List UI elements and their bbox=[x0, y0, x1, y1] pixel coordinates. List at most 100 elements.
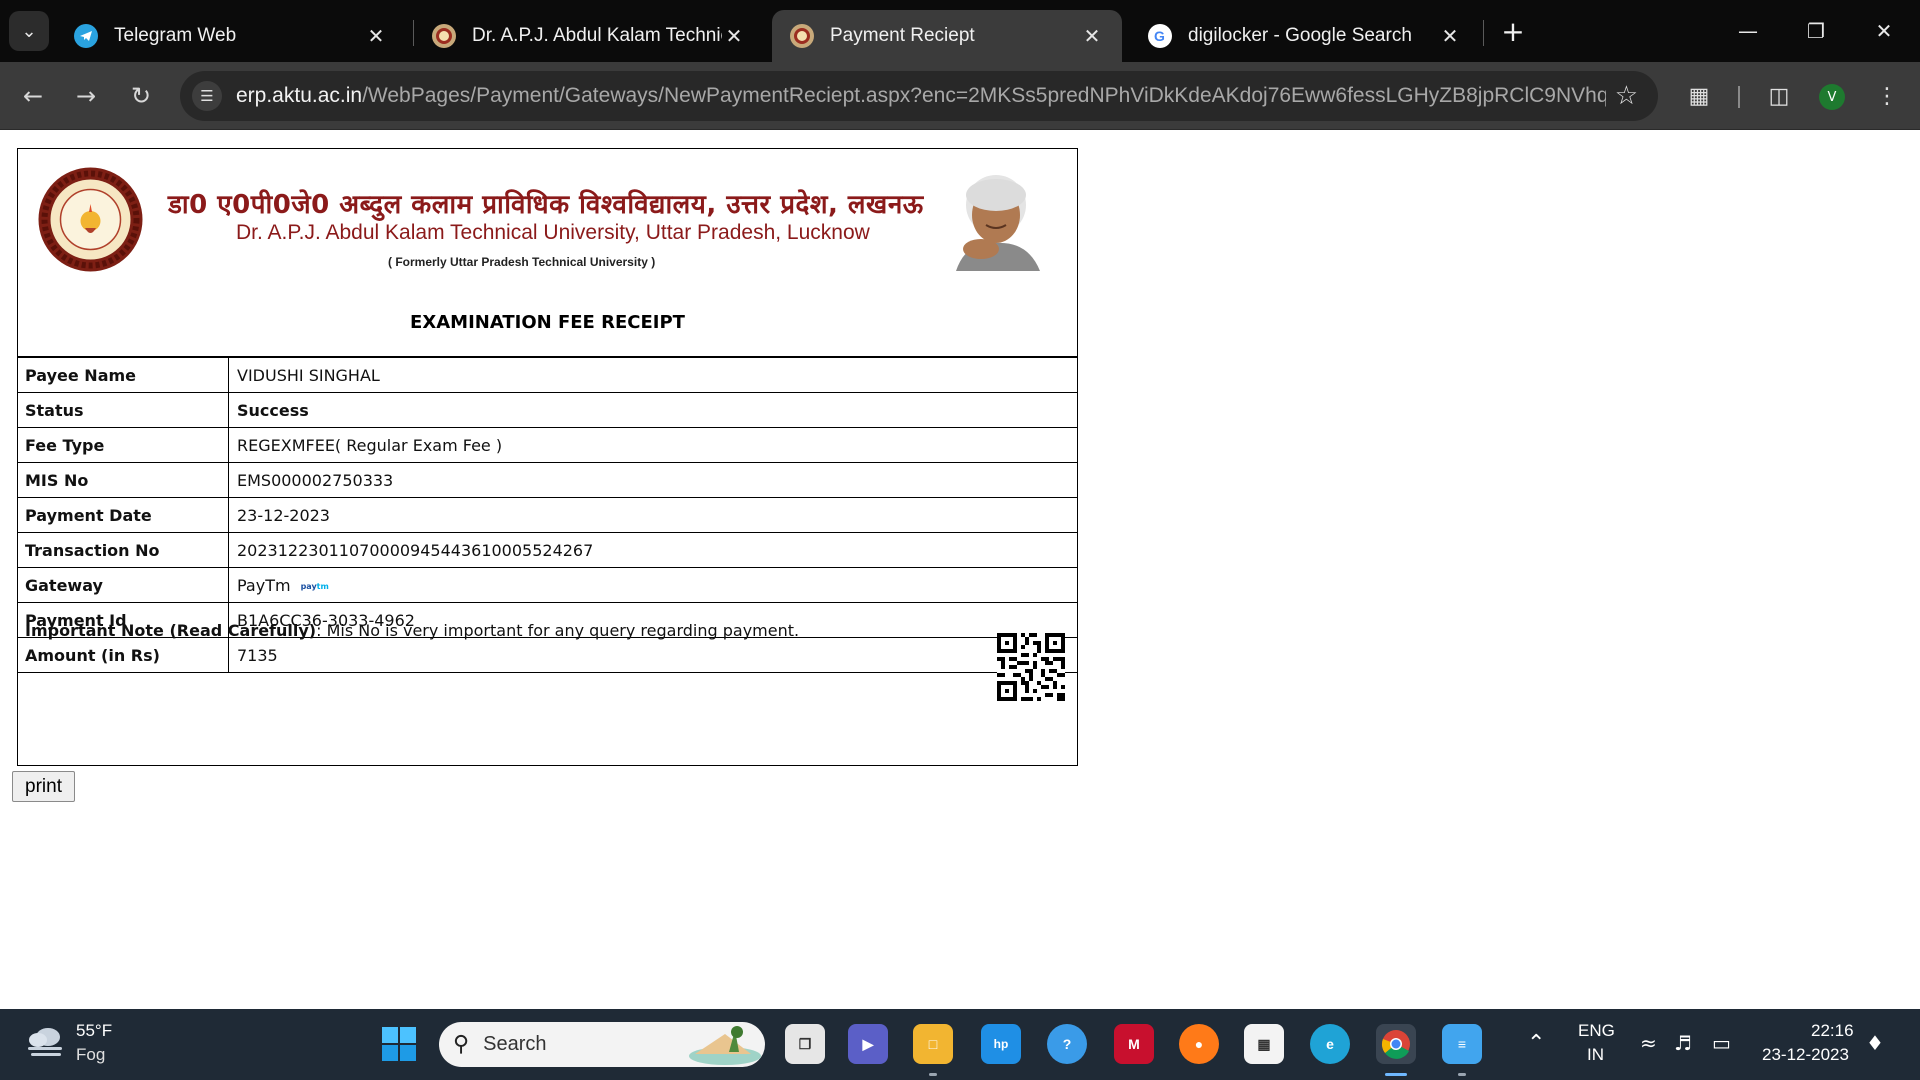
table-row-amount: Amount (in Rs) 7135 bbox=[18, 638, 1077, 673]
running-indicator bbox=[1458, 1073, 1466, 1076]
reload-button[interactable]: ↻ bbox=[121, 76, 161, 116]
help-icon[interactable]: ? bbox=[1047, 1024, 1087, 1064]
row-value: 7135 bbox=[237, 646, 278, 665]
formerly-text: ( Formerly Uttar Pradesh Technical Unive… bbox=[388, 255, 656, 269]
row-value: Success bbox=[237, 401, 309, 420]
language-region[interactable]: IN bbox=[1587, 1045, 1604, 1065]
clock-date[interactable]: 23-12-2023 bbox=[1762, 1045, 1849, 1065]
fog-weather-icon[interactable] bbox=[26, 1025, 66, 1061]
row-label: Transaction No bbox=[25, 541, 160, 560]
page-content: डा0 ए0पी0जे0 अब्दुल कलाम प्राविधिक विश्व… bbox=[0, 131, 1920, 1009]
cell-divider bbox=[228, 428, 229, 463]
tab-payment-receipt[interactable]: Payment Reciept ✕ bbox=[772, 10, 1122, 62]
minimize-button[interactable]: — bbox=[1728, 14, 1768, 48]
chevron-up-icon[interactable]: ⌃ bbox=[1527, 1031, 1545, 1056]
receipt-header: डा0 ए0पी0जे0 अब्दुल कलाम प्राविधिक विश्व… bbox=[18, 149, 1077, 358]
close-window-button[interactable]: ✕ bbox=[1864, 14, 1904, 48]
forward-button[interactable]: → bbox=[66, 76, 106, 116]
new-tab-button[interactable]: + bbox=[1496, 14, 1530, 48]
tab-separator bbox=[1483, 20, 1484, 46]
browser-tab-bar: ⌄ Telegram Web ✕ Dr. A.P.J. Abdul Kalam … bbox=[0, 0, 1920, 62]
row-value: EMS000002750333 bbox=[237, 471, 394, 490]
mcafee-icon[interactable]: M bbox=[1114, 1024, 1154, 1064]
address-bar[interactable]: ☰ erp.aktu.ac.in/WebPages/Payment/Gatewa… bbox=[180, 71, 1658, 121]
row-value: PayTm bbox=[237, 576, 291, 595]
close-icon[interactable]: ✕ bbox=[1080, 24, 1104, 49]
notification-bell-icon[interactable]: ♦ bbox=[1866, 1031, 1884, 1055]
myhp-icon[interactable]: hp bbox=[981, 1024, 1021, 1064]
close-icon[interactable]: ✕ bbox=[1438, 24, 1462, 49]
notepad-icon[interactable]: ≡ bbox=[1442, 1024, 1482, 1064]
table-row-payment-date: Payment Date 23-12-2023 bbox=[18, 498, 1077, 533]
arrow-right-icon: → bbox=[75, 82, 97, 110]
taskbar-search-box[interactable]: ⚲ Search bbox=[439, 1022, 765, 1067]
search-icon: ⚲ bbox=[453, 1032, 470, 1057]
university-name-english: Dr. A.P.J. Abdul Kalam Technical Univers… bbox=[236, 221, 870, 244]
close-icon[interactable]: ✕ bbox=[364, 24, 388, 49]
back-button[interactable]: ← bbox=[13, 76, 53, 116]
tab-search-button[interactable]: ⌄ bbox=[9, 11, 49, 51]
firefox-icon[interactable]: ● bbox=[1179, 1024, 1219, 1064]
search-placeholder: Search bbox=[483, 1033, 547, 1055]
windows-taskbar: 55°F Fog ⚲ Search ❐ ▶ □ hp ? M ● ▦ e ≡ ⌃… bbox=[0, 1009, 1920, 1080]
table-row-status: Status Success bbox=[18, 393, 1077, 428]
cell-divider bbox=[228, 393, 229, 428]
profile-avatar[interactable]: V bbox=[1819, 84, 1845, 110]
language-indicator[interactable]: ENG bbox=[1578, 1021, 1615, 1041]
tab-title: Payment Reciept bbox=[830, 25, 975, 46]
portrait-image bbox=[936, 163, 1051, 271]
bookmark-star-icon[interactable]: ☆ bbox=[1615, 81, 1638, 111]
tab-title: Telegram Web bbox=[114, 25, 237, 46]
running-indicator bbox=[929, 1073, 937, 1076]
close-icon[interactable]: ✕ bbox=[722, 24, 746, 49]
close-icon: ✕ bbox=[1875, 19, 1893, 43]
file-explorer-icon[interactable]: □ bbox=[913, 1024, 953, 1064]
volume-icon[interactable]: ♬ bbox=[1674, 1031, 1692, 1055]
print-button[interactable]: print bbox=[12, 771, 75, 802]
menu-button[interactable]: ⋮ bbox=[1867, 76, 1907, 116]
aktu-logo-icon bbox=[432, 24, 456, 48]
task-view-icon[interactable]: ❐ bbox=[785, 1024, 825, 1064]
telegram-icon bbox=[74, 24, 98, 48]
weather-description[interactable]: Fog bbox=[76, 1045, 105, 1065]
extensions-button[interactable]: ▦ bbox=[1679, 76, 1719, 116]
edge-icon[interactable]: e bbox=[1310, 1024, 1350, 1064]
battery-icon[interactable]: ▭ bbox=[1712, 1031, 1731, 1055]
windows-start-icon[interactable] bbox=[382, 1027, 416, 1061]
row-label: Gateway bbox=[25, 576, 103, 595]
teams-chat-icon[interactable]: ▶ bbox=[848, 1024, 888, 1064]
cell-divider bbox=[228, 533, 229, 568]
receipt-title: EXAMINATION FEE RECEIPT bbox=[410, 312, 685, 333]
row-label: Payee Name bbox=[25, 366, 137, 385]
row-label: MIS No bbox=[25, 471, 89, 490]
restore-button[interactable]: ❐ bbox=[1796, 14, 1836, 48]
toolbar-divider bbox=[1738, 86, 1740, 108]
weather-temperature[interactable]: 55°F bbox=[76, 1021, 112, 1041]
active-app-indicator bbox=[1385, 1073, 1407, 1076]
wifi-icon[interactable]: ≈ bbox=[1640, 1031, 1657, 1055]
side-panel-button[interactable]: ◫ bbox=[1759, 76, 1799, 116]
chrome-icon[interactable] bbox=[1376, 1024, 1416, 1064]
row-value: 20231223011070000945443610005524267 bbox=[237, 541, 594, 560]
puzzle-icon: ▦ bbox=[1688, 83, 1710, 109]
table-row-fee-type: Fee Type REGEXMFEE( Regular Exam Fee ) bbox=[18, 428, 1077, 463]
cell-divider bbox=[228, 358, 229, 393]
cell-divider bbox=[228, 463, 229, 498]
reload-icon: ↻ bbox=[130, 82, 152, 110]
tab-telegram[interactable]: Telegram Web ✕ bbox=[56, 10, 406, 62]
site-settings-icon[interactable]: ☰ bbox=[192, 81, 222, 111]
clock-time[interactable]: 22:16 bbox=[1811, 1021, 1854, 1041]
aktu-logo-icon bbox=[790, 24, 814, 48]
side-panel-icon: ◫ bbox=[1768, 83, 1790, 109]
tab-aktu[interactable]: Dr. A.P.J. Abdul Kalam Technical ✕ bbox=[414, 10, 764, 62]
cell-divider bbox=[228, 498, 229, 533]
tab-google-search[interactable]: G digilocker - Google Search ✕ bbox=[1130, 10, 1480, 62]
chevron-down-icon: ⌄ bbox=[21, 20, 37, 42]
note-label: Important Note (Read Carefully) bbox=[25, 621, 317, 640]
paytm-logo: paytm bbox=[300, 582, 329, 591]
url-text[interactable]: erp.aktu.ac.in/WebPages/Payment/Gateways… bbox=[236, 84, 1606, 108]
row-value: 23-12-2023 bbox=[237, 506, 330, 525]
microsoft-store-icon[interactable]: ▦ bbox=[1244, 1024, 1284, 1064]
university-name-hindi: डा0 ए0पी0जे0 अब्दुल कलाम प्राविधिक विश्व… bbox=[168, 190, 924, 220]
cell-divider bbox=[228, 638, 229, 673]
